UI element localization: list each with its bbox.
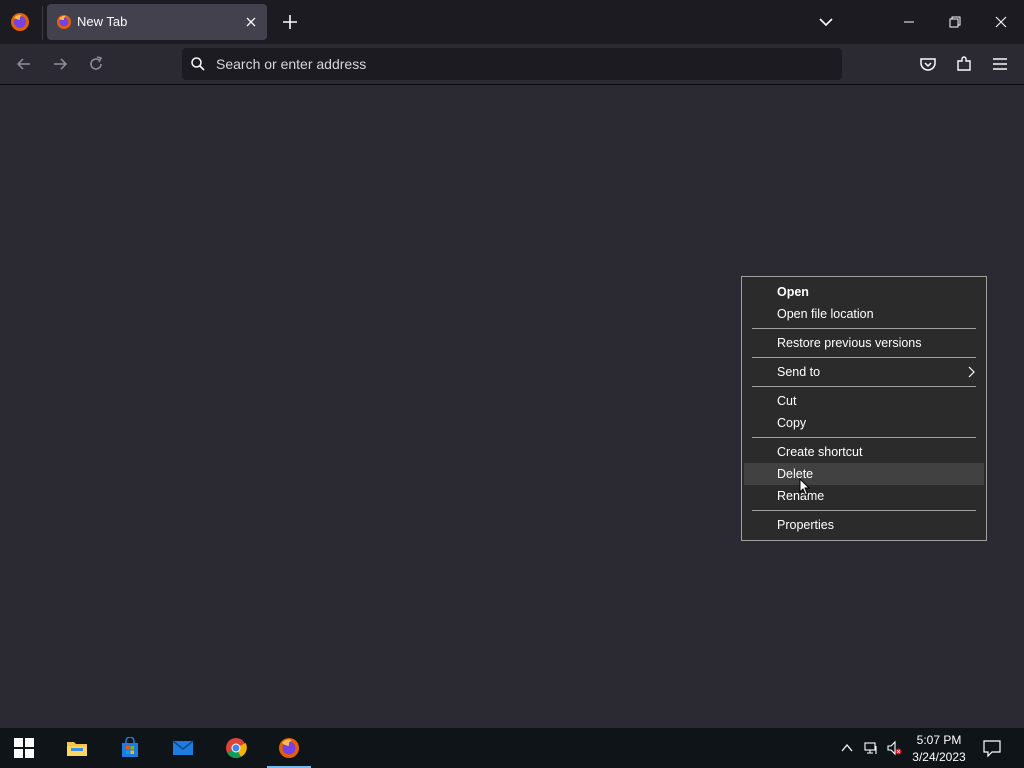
- minimize-icon[interactable]: [897, 12, 921, 32]
- system-clock[interactable]: 5:07 PM 3/24/2023: [905, 732, 973, 766]
- menu-separator: [744, 354, 984, 361]
- menu-item-label: Restore previous versions: [777, 336, 922, 350]
- pocket-icon[interactable]: [918, 54, 938, 74]
- chrome-icon: [226, 738, 247, 759]
- search-icon: [191, 57, 205, 71]
- menu-item-rename[interactable]: Rename: [744, 485, 984, 507]
- menu-item-label: Copy: [777, 416, 807, 430]
- tab-separator: [42, 6, 43, 40]
- close-icon[interactable]: [243, 14, 259, 30]
- chevron-right-icon: [968, 366, 975, 378]
- menu-item-open-file-location[interactable]: Open file location: [744, 303, 984, 325]
- address-bar[interactable]: [182, 48, 842, 80]
- taskbar-firefox[interactable]: [265, 728, 313, 768]
- menu-separator: [744, 383, 984, 390]
- menu-item-properties[interactable]: Properties: [744, 514, 984, 536]
- chevron-up-icon[interactable]: [839, 740, 855, 756]
- taskbar: 5:07 PM 3/24/2023: [0, 728, 1024, 768]
- clock-time: 5:07 PM: [916, 733, 962, 747]
- taskbar-chrome[interactable]: [212, 728, 260, 768]
- menu-separator: [744, 325, 984, 332]
- menu-item-copy[interactable]: Copy: [744, 412, 984, 434]
- context-menu: Open Open file location Restore previous v…: [741, 276, 987, 541]
- hamburger-menu-icon[interactable]: [990, 54, 1010, 74]
- menu-item-label: Cut: [777, 394, 797, 408]
- menu-separator: [744, 507, 984, 514]
- menu-separator: [744, 434, 984, 441]
- file-explorer-icon: [67, 742, 87, 756]
- menu-item-label: Create shortcut: [777, 445, 863, 459]
- close-icon[interactable]: [989, 12, 1013, 32]
- menu-item-restore-previous-versions[interactable]: Restore previous versions: [744, 332, 984, 354]
- tab-new-tab[interactable]: New Tab: [47, 4, 267, 40]
- tab-title: New Tab: [77, 14, 128, 29]
- mouse-cursor-icon: [799, 478, 811, 496]
- tab-strip: New Tab: [0, 0, 1024, 44]
- search-input[interactable]: [216, 48, 816, 80]
- navigation-toolbar: [0, 44, 1024, 85]
- volume-muted-icon[interactable]: [886, 740, 902, 756]
- menu-item-label: Open file location: [777, 307, 874, 321]
- network-icon[interactable]: [863, 740, 879, 756]
- firefox-icon: [57, 15, 71, 29]
- menu-item-label: Properties: [777, 518, 834, 532]
- reload-icon[interactable]: [86, 54, 106, 74]
- taskbar-file-explorer[interactable]: [53, 728, 101, 768]
- menu-item-send-to[interactable]: Send to: [744, 361, 984, 383]
- forward-arrow-icon[interactable]: [50, 54, 70, 74]
- restore-icon[interactable]: [943, 12, 967, 32]
- taskbar-microsoft-store[interactable]: [106, 728, 154, 768]
- plus-icon[interactable]: [280, 12, 300, 32]
- menu-item-open[interactable]: Open: [744, 281, 984, 303]
- desktop: New Tab Search or enter address Open Ope…: [0, 0, 1024, 768]
- menu-item-cut[interactable]: Cut: [744, 390, 984, 412]
- back-arrow-icon[interactable]: [14, 54, 34, 74]
- chevron-down-icon[interactable]: [816, 12, 836, 32]
- notification-icon[interactable]: [982, 738, 1002, 758]
- windows-start-icon: [14, 738, 34, 758]
- menu-item-label: Open: [777, 285, 809, 299]
- firefox-icon[interactable]: [10, 12, 30, 32]
- clock-date: 3/24/2023: [912, 750, 966, 764]
- menu-item-create-shortcut[interactable]: Create shortcut: [744, 441, 984, 463]
- mail-icon: [172, 740, 194, 755]
- firefox-icon: [279, 738, 299, 758]
- start-button[interactable]: [0, 728, 48, 768]
- menu-item-label: Send to: [777, 365, 821, 379]
- microsoft-store-icon: [122, 737, 138, 757]
- menu-item-delete[interactable]: Delete: [744, 463, 984, 485]
- taskbar-mail[interactable]: [159, 728, 207, 768]
- extensions-icon[interactable]: [954, 54, 974, 74]
